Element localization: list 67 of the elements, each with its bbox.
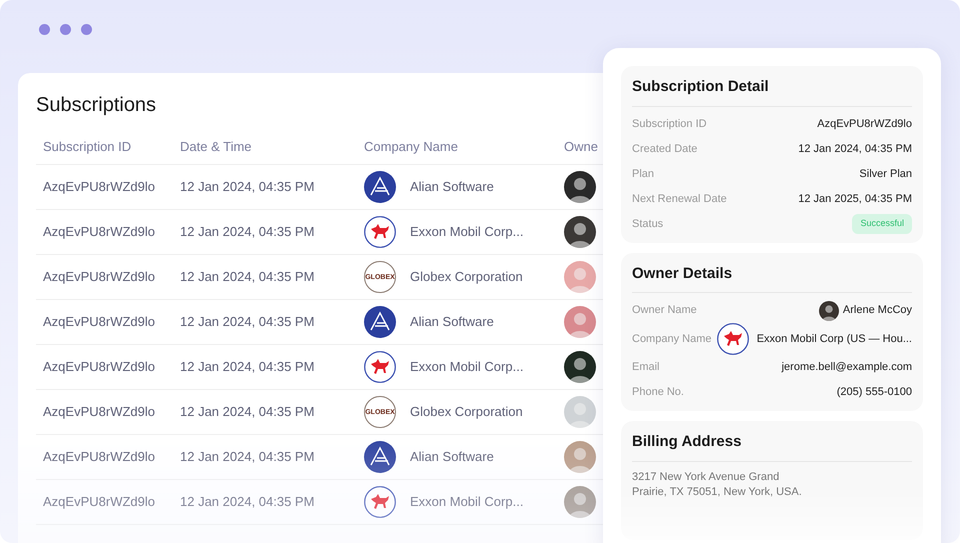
- field-label: Subscription ID: [632, 116, 707, 132]
- column-header: Subscription ID: [42, 138, 132, 156]
- field-label: Plan: [632, 166, 654, 182]
- table-cell-text: 12 Jan 2024, 04:35 PM: [180, 403, 316, 422]
- table-cell-text: 12 Jan 2024, 04:35 PM: [180, 358, 316, 376]
- avatar-icon: [564, 396, 596, 428]
- company-logo-icon: [364, 441, 396, 473]
- table-cell-text: Alian Software: [410, 178, 494, 196]
- field-value: Silver Plan: [859, 166, 912, 182]
- table-cell-text: AzqEvPU8rWZd9lo: [42, 223, 156, 242]
- table-cell-text: 12 Jan 2024, 04:35 PM: [180, 313, 316, 332]
- table-cell-text: 12 Jan 2024, 04:35 PM: [180, 448, 316, 466]
- table-cell-text: Alian Software: [410, 448, 494, 466]
- table-cell-text: AzqEvPU8rWZd9lo: [42, 178, 156, 196]
- table-cell-text: 12 Jan 2024, 04:35 PM: [180, 268, 316, 286]
- card-title: Billing Address: [632, 431, 912, 462]
- field-label: Created Date: [632, 142, 698, 157]
- avatar-icon: [564, 216, 596, 248]
- table-cell-text: Exxon Mobil Corp...: [410, 493, 524, 512]
- table-cell-text: AzqEvPU8rWZd9lo: [42, 268, 156, 286]
- field-label: Phone No.: [632, 385, 684, 400]
- table-cell-text: Globex Corporation: [410, 403, 523, 422]
- field-label: Email: [632, 360, 660, 376]
- field-value: Exxon Mobil Corp (US — Hou...: [756, 332, 912, 347]
- table-cell-text: AzqEvPU8rWZd9lo: [42, 403, 156, 422]
- pegasus-logo-icon: [364, 486, 396, 518]
- avatar-icon: [564, 441, 596, 473]
- table-cell-text: AzqEvPU8rWZd9lo: [42, 358, 156, 376]
- field-value: AzqEvPU8rWZd9lo: [817, 116, 912, 132]
- field-value: Arlene McCoy: [842, 303, 912, 318]
- table-cell-text: Exxon Mobil Corp...: [410, 223, 524, 242]
- field-value: 12 Jan 2024, 04:35 PM: [798, 142, 912, 157]
- table-cell-text: Exxon Mobil Corp...: [410, 358, 524, 376]
- field-value: jerome.bell@example.com: [782, 360, 912, 376]
- card-title: Owner Details: [632, 262, 912, 293]
- pegasus-logo-icon: [364, 351, 396, 383]
- card-title: Subscription Detail: [632, 76, 912, 106]
- status-badge: Successful: [852, 214, 912, 234]
- avatar-icon: [564, 486, 596, 518]
- field-label: Next Renewal Date: [632, 192, 727, 207]
- field-value: (205) 555-0100: [836, 385, 912, 400]
- field-label: Owner Name: [632, 303, 697, 318]
- page-title: Subscriptions: [36, 93, 158, 117]
- billing-address: 3217 New York Avenue Grand Prairie, TX 75051, New York, USA.: [632, 470, 803, 500]
- table-cell-text: 12 Jan 2024, 04:35 PM: [180, 178, 316, 196]
- table-cell-text: AzqEvPU8rWZd9lo: [42, 493, 156, 512]
- table-cell-text: 12 Jan 2024, 04:35 PM: [180, 223, 316, 242]
- field-label: Company Name: [632, 332, 712, 347]
- pegasus-logo-icon: [716, 323, 749, 355]
- avatar-icon: [564, 261, 596, 293]
- table-cell-text: Alian Software: [410, 313, 494, 332]
- table-cell-text: AzqEvPU8rWZd9lo: [42, 448, 156, 466]
- avatar-icon: [818, 300, 839, 320]
- column-header: Owne: [564, 138, 598, 156]
- avatar-icon: [564, 171, 596, 203]
- table-cell-text: 12 Jan 2024, 04:35 PM: [180, 493, 316, 512]
- table-cell-text: AzqEvPU8rWZd9lo: [42, 313, 156, 332]
- column-header: Company Name: [364, 138, 459, 156]
- field-value: 12 Jan 2025, 04:35 PM: [798, 192, 912, 207]
- column-header: Date & Time: [180, 138, 253, 156]
- company-logo-icon: [364, 306, 396, 338]
- company-logo-icon: [364, 171, 396, 203]
- field-label: Status: [632, 216, 664, 232]
- avatar-icon: [564, 351, 596, 383]
- table-cell-text: Globex Corporation: [410, 268, 523, 286]
- avatar-icon: [564, 306, 596, 338]
- pegasus-logo-icon: [364, 216, 396, 248]
